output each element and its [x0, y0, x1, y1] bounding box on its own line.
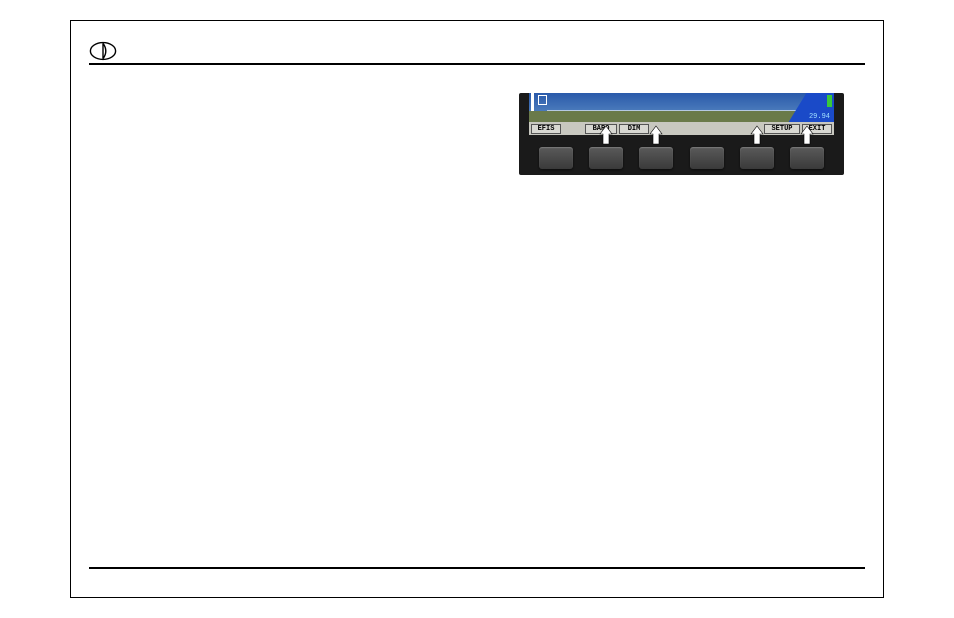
- screen-menu-row: EFIS BARO DIM SETUP EXIT: [529, 122, 834, 135]
- hw-button-6[interactable]: [790, 147, 824, 169]
- up-arrow-icon: [649, 125, 663, 145]
- brand-logo: [89, 41, 117, 61]
- device-screen: 29.94 EFIS BARO DIM SETUP EXIT: [529, 93, 834, 135]
- device-panel-photo: 29.94 EFIS BARO DIM SETUP EXIT: [519, 93, 844, 175]
- page-frame: 29.94 EFIS BARO DIM SETUP EXIT: [70, 20, 884, 598]
- up-arrow-icon: [750, 125, 764, 145]
- left-indicator-box: [538, 95, 547, 105]
- baro-reading: 29.94: [809, 113, 830, 121]
- menu-tab-setup[interactable]: SETUP: [764, 124, 800, 134]
- footer-rule: [89, 567, 865, 569]
- menu-tab-dim[interactable]: DIM: [619, 124, 649, 134]
- left-indicator-bar: [531, 93, 534, 111]
- hw-button-5[interactable]: [740, 147, 774, 169]
- menu-tab-spacer: [651, 124, 762, 134]
- hw-button-2[interactable]: [589, 147, 623, 169]
- up-arrow-icon: [599, 125, 613, 145]
- page-header: [89, 41, 865, 61]
- hw-button-4[interactable]: [690, 147, 724, 169]
- header-rule: [89, 63, 865, 65]
- menu-tab-efis[interactable]: EFIS: [531, 124, 561, 134]
- right-green-indicator: [827, 95, 832, 107]
- content-area: 29.94 EFIS BARO DIM SETUP EXIT: [89, 71, 865, 561]
- attitude-sky: [529, 93, 834, 111]
- horizon-line: [547, 110, 816, 111]
- hardware-button-row: [539, 147, 824, 169]
- hw-button-1[interactable]: [539, 147, 573, 169]
- up-arrow-icon: [800, 125, 814, 145]
- hw-button-3[interactable]: [639, 147, 673, 169]
